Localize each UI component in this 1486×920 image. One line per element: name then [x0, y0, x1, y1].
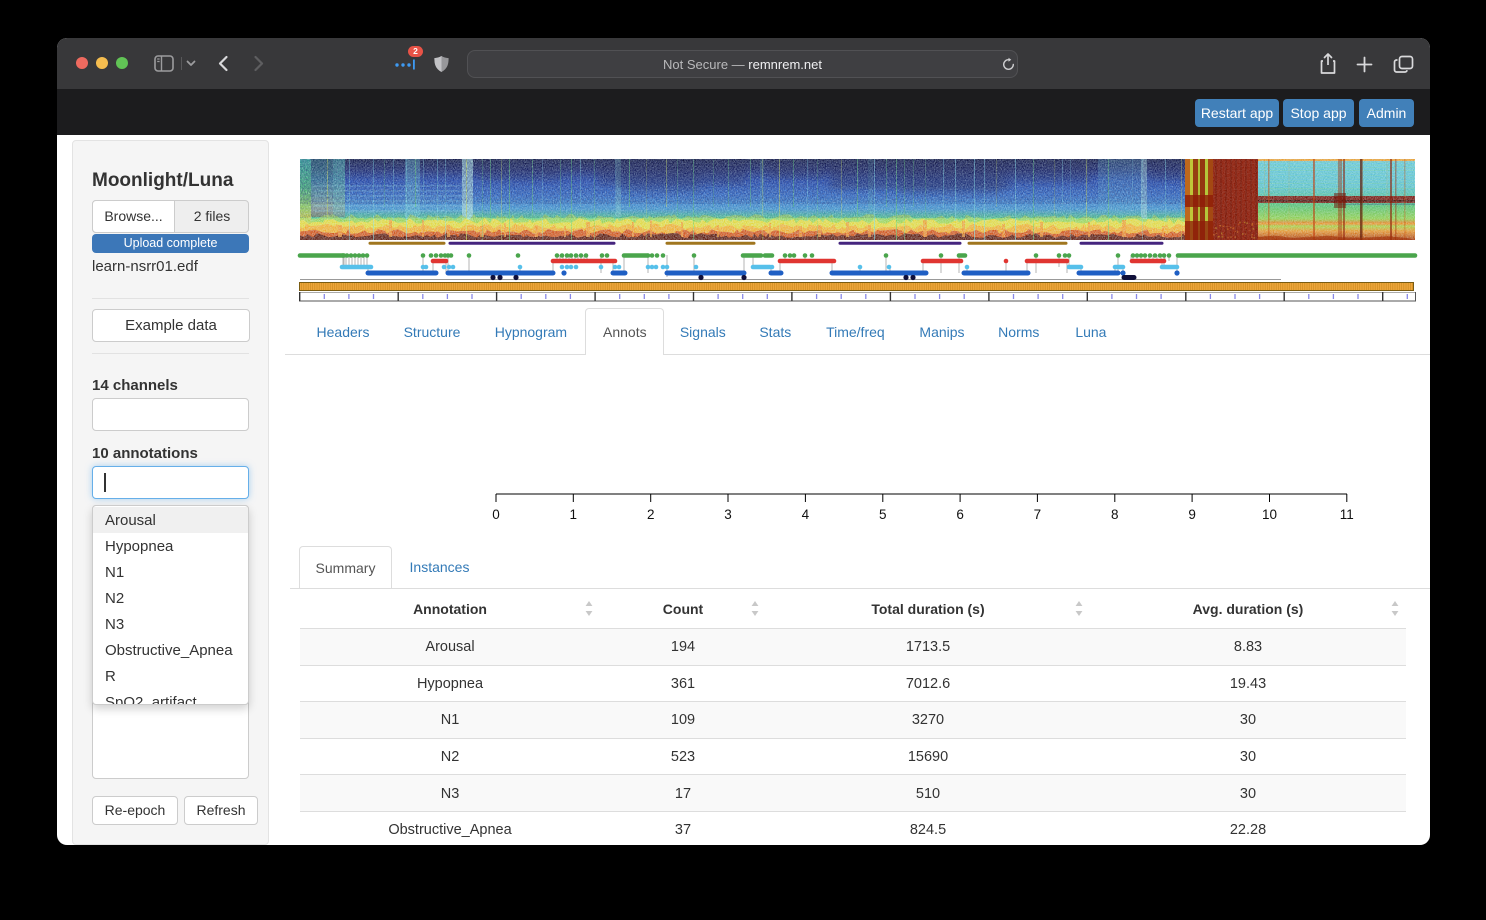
svg-text:7: 7 [1034, 507, 1042, 522]
svg-text:2: 2 [647, 507, 655, 522]
svg-text:6: 6 [956, 507, 964, 522]
svg-text:3: 3 [724, 507, 732, 522]
svg-text:1: 1 [570, 507, 578, 522]
svg-text:0: 0 [492, 507, 500, 522]
svg-text:9: 9 [1188, 507, 1196, 522]
svg-text:10: 10 [1262, 507, 1277, 522]
svg-text:5: 5 [879, 507, 887, 522]
svg-text:8: 8 [1111, 507, 1119, 522]
svg-text:11: 11 [1340, 507, 1354, 522]
svg-text:4: 4 [802, 507, 810, 522]
